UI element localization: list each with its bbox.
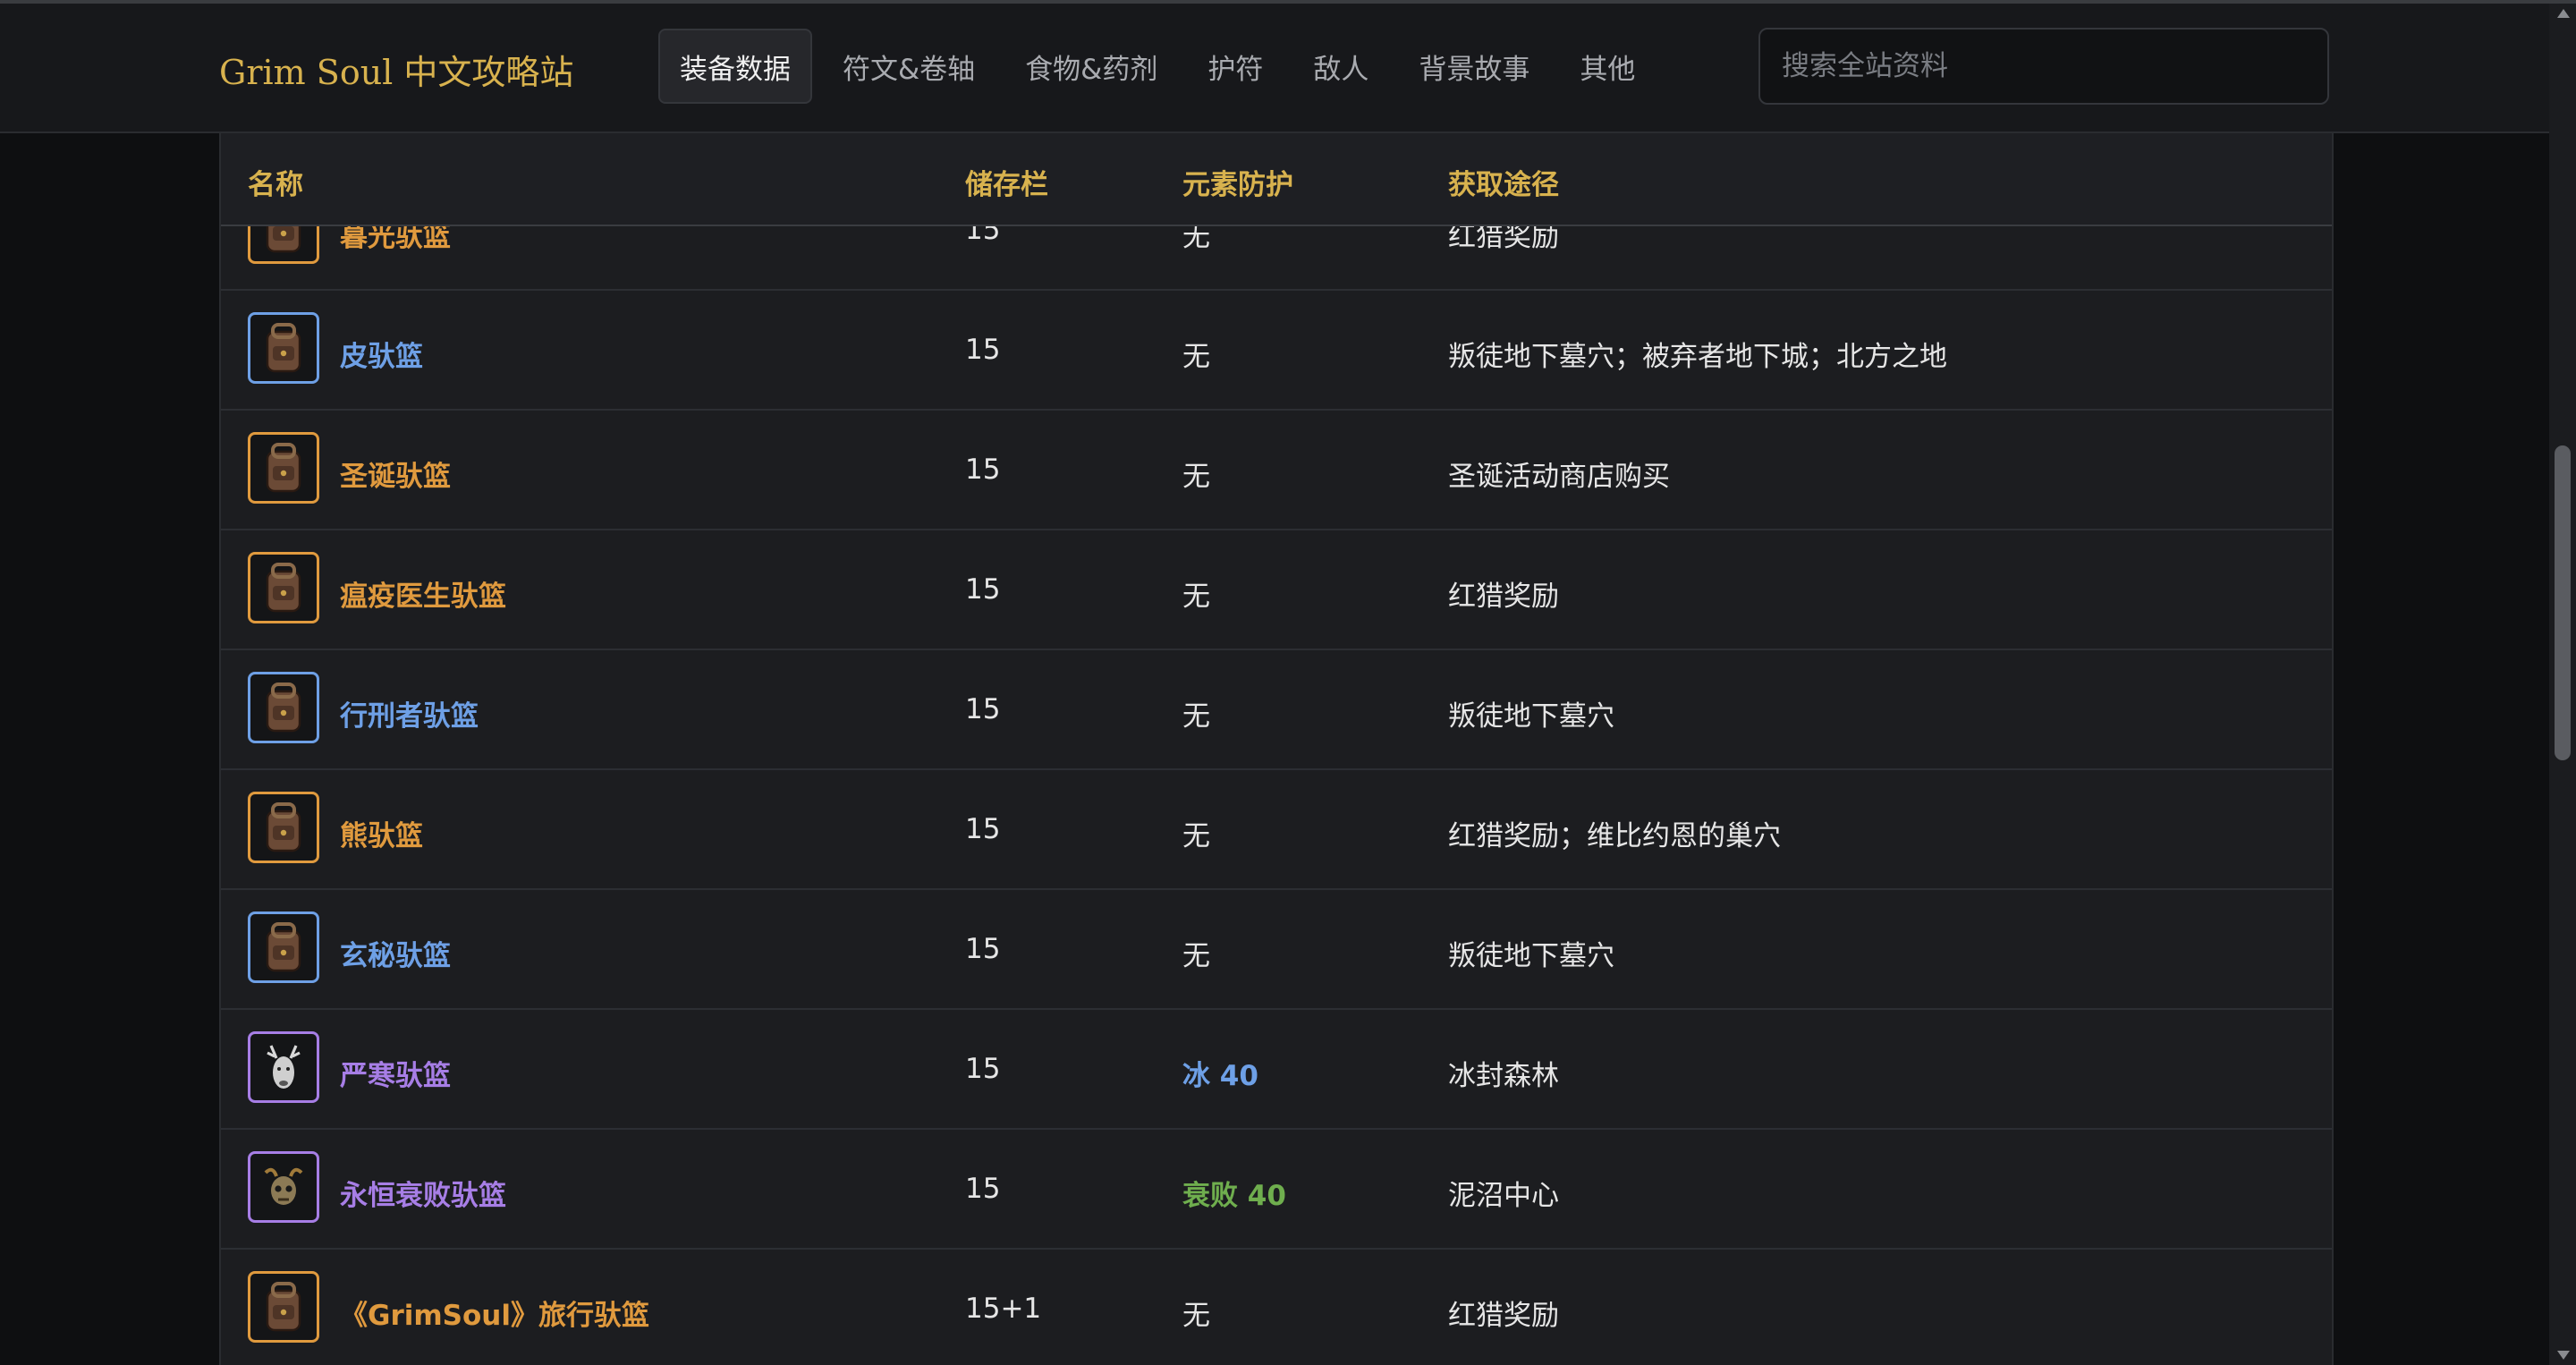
item-element-cell: 衰败 40 (1182, 1180, 1286, 1212)
item-backpack-icon[interactable] (248, 911, 319, 983)
nav-item-enemies[interactable]: 敌人 (1293, 30, 1388, 102)
item-name-link[interactable]: 瘟疫医生驮篮 (340, 573, 506, 614)
item-element-cell: 无 (1182, 940, 1210, 972)
table-row[interactable]: 熊驮篮 15 无 红猎奖励；维比约恩的巢穴 (221, 770, 2332, 890)
item-element-cell: 无 (1182, 1300, 1210, 1332)
item-name-link[interactable]: 行刑者驮篮 (340, 693, 479, 733)
item-backpack-icon[interactable] (248, 792, 319, 863)
item-slots-cell: 15 (965, 933, 1001, 965)
column-header-source[interactable]: 获取途径 (1448, 162, 1559, 202)
item-slots-cell: 15+1 (965, 1293, 1042, 1325)
item-element-cell: 无 (1182, 700, 1210, 733)
item-slots-cell: 15 (965, 1173, 1001, 1205)
item-slots-cell: 15 (965, 1053, 1001, 1085)
column-header-element[interactable]: 元素防护 (1182, 162, 1293, 202)
item-element-cell: 无 (1182, 820, 1210, 852)
item-slots-cell: 15 (965, 573, 1001, 606)
item-source-cell: 冰封森林 (1448, 1060, 1559, 1092)
page-scrollbar[interactable] (2549, 4, 2576, 1365)
nav-item-equipment[interactable]: 装备数据 (658, 29, 812, 104)
site-header: Grim Soul 中文攻略站 装备数据 符文&卷轴 食物&药剂 护符 敌人 背… (0, 4, 2549, 133)
nav-item-other[interactable]: 其他 (1560, 30, 1655, 102)
table-row[interactable]: 《GrimSoul》旅行驮篮 15+1 无 红猎奖励 (221, 1250, 2332, 1365)
item-backpack-icon[interactable] (248, 552, 319, 623)
item-skull-horn-icon[interactable] (248, 1151, 319, 1223)
item-source-cell: 红猎奖励 (1448, 581, 1559, 613)
nav-item-lore[interactable]: 背景故事 (1399, 30, 1549, 102)
item-deer-head-icon[interactable] (248, 1031, 319, 1103)
item-backpack-icon[interactable] (248, 432, 319, 504)
item-slots-cell: 15 (965, 693, 1001, 725)
nav-item-amulets[interactable]: 护符 (1188, 30, 1283, 102)
site-brand[interactable]: Grim Soul 中文攻略站 (219, 45, 573, 94)
site-search-input[interactable] (1758, 28, 2329, 105)
scrollbar-thumb[interactable] (2555, 445, 2571, 760)
table-row[interactable]: 皮驮篮 15 无 叛徒地下墓穴；被弃者地下城；北方之地 (221, 291, 2332, 411)
table-row[interactable]: 永恒衰败驮篮 15 衰败 40 泥沼中心 (221, 1130, 2332, 1250)
table-row[interactable]: 行刑者驮篮 15 无 叛徒地下墓穴 (221, 650, 2332, 770)
scroll-down-arrow-icon[interactable] (2557, 1351, 2570, 1360)
item-source-cell: 叛徒地下墓穴；被弃者地下城；北方之地 (1448, 341, 1947, 373)
item-slots-cell: 15 (965, 454, 1001, 486)
item-backpack-icon[interactable] (248, 1271, 319, 1343)
nav-item-runes-scrolls[interactable]: 符文&卷轴 (823, 30, 995, 102)
scroll-up-arrow-icon[interactable] (2557, 9, 2570, 18)
item-element-cell: 无 (1182, 581, 1210, 613)
table-row[interactable]: 圣诞驮篮 15 无 圣诞活动商店购买 (221, 411, 2332, 530)
item-slots-cell: 15 (965, 813, 1001, 845)
item-element-cell: 无 (1182, 461, 1210, 493)
item-backpack-icon[interactable] (248, 672, 319, 743)
item-source-cell: 圣诞活动商店购买 (1448, 461, 1670, 493)
item-name-link[interactable]: 圣诞驮篮 (340, 454, 451, 494)
item-name-link[interactable]: 熊驮篮 (340, 813, 423, 853)
item-name-link[interactable]: 《GrimSoul》旅行驮篮 (340, 1293, 649, 1333)
item-name-link[interactable]: 严寒驮篮 (340, 1053, 451, 1093)
item-name-link[interactable]: 玄秘驮篮 (340, 933, 451, 973)
table-row[interactable]: 瘟疫医生驮篮 15 无 红猎奖励 (221, 530, 2332, 650)
item-source-cell: 叛徒地下墓穴 (1448, 940, 1614, 972)
equipment-table: 暮光驮篮 15 无红猎奖励 皮驮篮 15 无叛徒地下墓穴；被弃者地下城；北方之地 圣诞驮篮 1… (219, 133, 2334, 1365)
table-row[interactable]: 玄秘驮篮 15 无 叛徒地下墓穴 (221, 890, 2332, 1010)
item-source-cell: 泥沼中心 (1448, 1180, 1559, 1212)
item-name-link[interactable]: 永恒衰败驮篮 (340, 1173, 506, 1213)
column-header-slots[interactable]: 储存栏 (965, 162, 1048, 202)
column-header-name[interactable]: 名称 (248, 162, 303, 202)
table-row[interactable]: 严寒驮篮 15 冰 40 冰封森林 (221, 1010, 2332, 1130)
item-source-cell: 叛徒地下墓穴 (1448, 700, 1614, 733)
item-backpack-icon[interactable] (248, 312, 319, 384)
main-nav: 装备数据 符文&卷轴 食物&药剂 护符 敌人 背景故事 其他 (658, 29, 1665, 104)
item-source-cell: 红猎奖励 (1448, 1300, 1559, 1332)
item-slots-cell: 15 (965, 334, 1001, 366)
item-element-cell: 无 (1182, 341, 1210, 373)
nav-item-food-potions[interactable]: 食物&药剂 (1005, 30, 1177, 102)
item-name-link[interactable]: 皮驮篮 (340, 334, 423, 374)
item-source-cell: 红猎奖励；维比约恩的巢穴 (1448, 820, 1781, 852)
item-element-cell: 冰 40 (1182, 1060, 1258, 1092)
table-header: 名称 储存栏 元素防护 获取途径 (221, 133, 2332, 226)
